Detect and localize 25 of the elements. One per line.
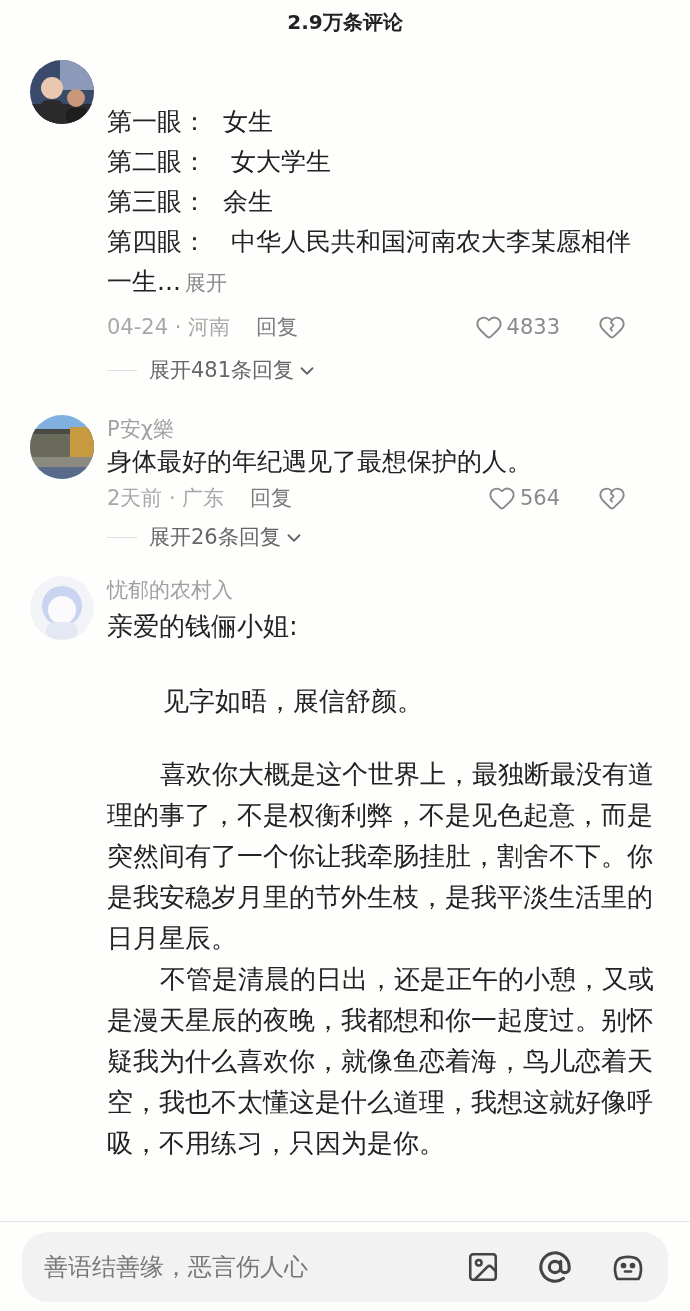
comment-text: 第一眼： 女生 bbox=[107, 107, 273, 136]
comments-title: 2.9万条评论 bbox=[287, 9, 403, 36]
reply-button[interactable]: 回复 bbox=[250, 482, 293, 514]
comment-text: 第三眼： 余生 bbox=[107, 187, 273, 216]
comment-text: 身体最好的年纪遇见了最想保护的人。 bbox=[107, 445, 533, 478]
reply-button[interactable]: 回复 bbox=[256, 307, 299, 347]
letter-paragraph: 亲爱的钱俪小姐: bbox=[107, 609, 299, 643]
username: 忧郁的农村入 bbox=[107, 576, 234, 604]
comment-meta: 2天前 · 广东 bbox=[107, 484, 225, 512]
like-button[interactable]: 564 bbox=[487, 482, 560, 514]
letter-paragraph: 不管是清晨的日出，还是正午的小憩，又或是漫天星辰的夜晚，我都想和你一起度过。别怀疑我为什么喜欢你，就像鱼恋着海，鸟儿恋着天空，我也不太懂这是什么道理，我想这就好像呼吸，不用练习，只因为是你。 bbox=[107, 962, 655, 1160]
comment-text: 第二眼： 女大学生 bbox=[107, 147, 331, 176]
expand-replies-link[interactable]: 展开481条回复 bbox=[149, 355, 319, 387]
comment-input[interactable]: 善语结善缘，恶言伤人心 bbox=[44, 1248, 466, 1285]
mention-icon bbox=[538, 1249, 572, 1284]
comment-field[interactable]: 善语结善缘，恶言伤人心 bbox=[22, 1231, 668, 1302]
expand-link[interactable]: 展开 bbox=[184, 263, 227, 303]
letter-paragraph: 见字如晤，展信舒颜。 bbox=[162, 684, 424, 718]
comment-text: 一生... bbox=[107, 267, 181, 296]
comment-text: 第四眼： 中华人民共和国河南农大李某愿相伴 bbox=[107, 227, 631, 256]
comment-meta: 04-24 · 河南 bbox=[107, 314, 231, 341]
letter-paragraph: 喜欢你大概是这个世界上，最独断最没有道理的事了，不是权衡利弊，不是见色起意，而是突然间有了一个你让我牵肠挂肚，割舍不下。你是我安稳岁月里的节外生枝，是我平淡生活里的日月星辰。 bbox=[107, 757, 655, 955]
expand-replies-link[interactable]: 展开26条回复 bbox=[149, 522, 305, 554]
like-button[interactable]: 4833 bbox=[474, 307, 560, 347]
username: P安χ樂 bbox=[107, 415, 175, 443]
